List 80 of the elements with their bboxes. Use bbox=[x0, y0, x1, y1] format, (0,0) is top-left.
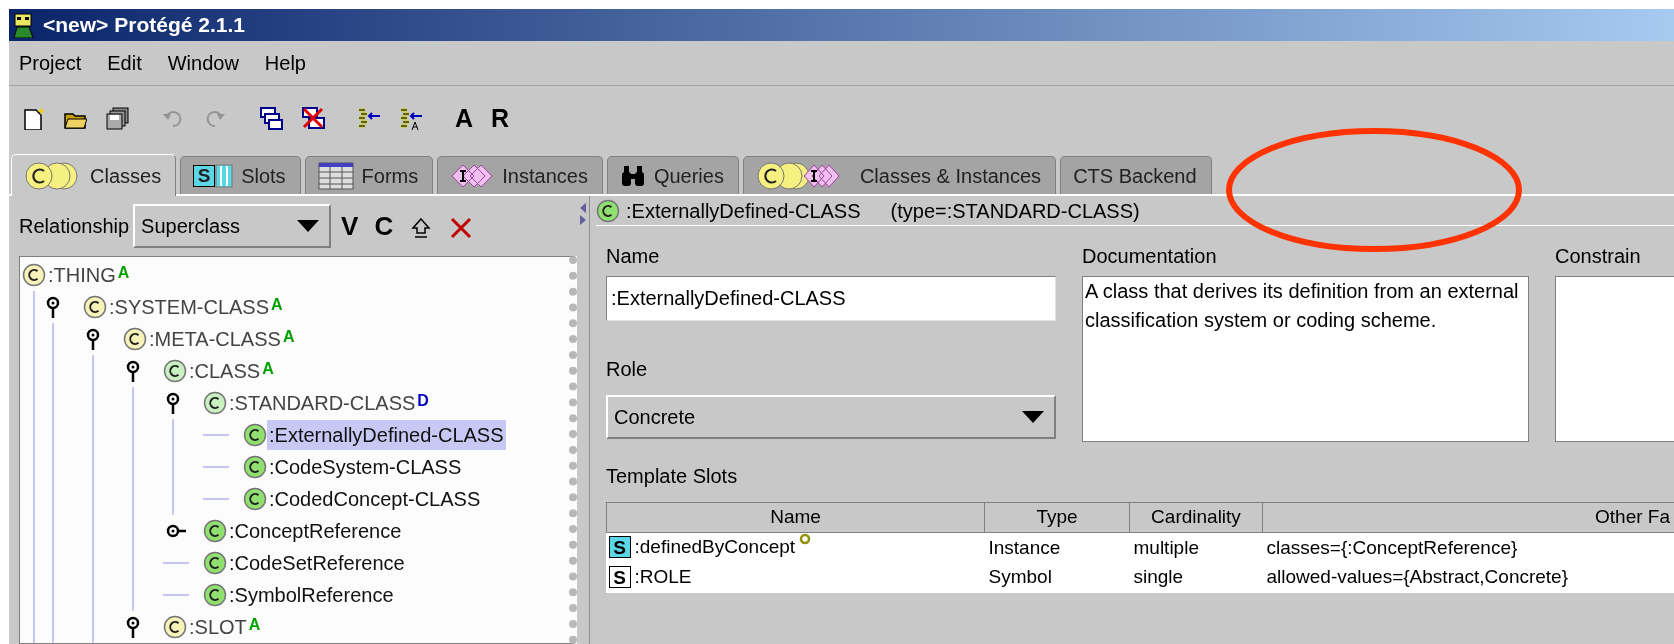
table-cell-text: :definedByConcept bbox=[634, 535, 796, 560]
insert-icon bbox=[399, 106, 423, 130]
splitter-arrows-icon[interactable] bbox=[579, 202, 587, 226]
tab[interactable]: S Slots bbox=[180, 156, 301, 194]
table-cell: Symbol bbox=[984, 562, 1130, 593]
class-type: (type=:STANDARD-CLASS) bbox=[890, 198, 1140, 224]
form-grid-icon bbox=[317, 161, 354, 190]
relationship-dropdown[interactable]: Superclass bbox=[133, 204, 332, 248]
table-cell: single bbox=[1129, 562, 1263, 593]
delete-icon bbox=[449, 215, 474, 240]
menu-item[interactable]: Project bbox=[17, 48, 84, 78]
insert-icon bbox=[357, 106, 381, 130]
constraints-field[interactable] bbox=[1555, 276, 1674, 442]
field-label: Relationship bbox=[19, 214, 130, 239]
tree-connector bbox=[163, 562, 189, 564]
flag-mark: A bbox=[248, 615, 261, 635]
tree-item[interactable]: :STANDARD-CLASS bbox=[227, 388, 418, 418]
table-cell: multiple bbox=[1129, 532, 1263, 563]
tree-item[interactable]: :SYSTEM-CLASS bbox=[107, 292, 272, 322]
tree-item[interactable]: :CodedConcept-CLASS bbox=[267, 484, 483, 514]
flag-mark: A bbox=[117, 263, 130, 283]
tree-item[interactable]: :THING bbox=[46, 260, 118, 290]
tree-item[interactable]: :CodeSetReference bbox=[227, 548, 407, 578]
slot-icon: S bbox=[608, 536, 631, 559]
field-label: Role bbox=[606, 357, 649, 382]
toolbar-button[interactable]: C bbox=[368, 213, 400, 239]
menu-item[interactable]: Window bbox=[165, 48, 241, 78]
window-title: <new> Protégé 2.1.1 bbox=[43, 12, 245, 39]
classes-instances-icon bbox=[755, 160, 840, 191]
flag-mark: A bbox=[262, 359, 274, 379]
field-label: Documentation bbox=[1082, 244, 1218, 269]
binoculars-icon bbox=[619, 163, 646, 188]
tree-item[interactable]: :ConceptReference bbox=[227, 516, 404, 546]
slot-icon: S bbox=[608, 566, 631, 589]
tab[interactable]: Classes bbox=[11, 154, 177, 196]
tree-item[interactable]: :SymbolReference bbox=[227, 580, 396, 610]
field-label: Name bbox=[606, 244, 661, 269]
section-label: Template Slots bbox=[606, 464, 739, 489]
tree-connector bbox=[203, 466, 229, 468]
toolbar-button[interactable]: V bbox=[335, 213, 365, 239]
table-cell: Instance bbox=[984, 532, 1130, 563]
menu-item[interactable]: Help bbox=[262, 48, 308, 78]
tree-item[interactable]: :META-CLASS bbox=[147, 324, 283, 354]
tab[interactable]: Instances bbox=[437, 156, 603, 194]
tree-item[interactable]: :ExternallyDefined-CLASS bbox=[267, 420, 506, 450]
tree-item[interactable]: :CodeSystem-CLASS bbox=[267, 452, 464, 482]
tab[interactable]: Classes & Instances bbox=[742, 156, 1057, 194]
tab[interactable]: Queries bbox=[606, 156, 739, 194]
tab[interactable]: CTS Backend bbox=[1060, 156, 1212, 194]
column-header[interactable]: Name bbox=[770, 506, 821, 528]
save-icon bbox=[105, 106, 129, 130]
tab[interactable]: Forms bbox=[304, 156, 434, 194]
tree-connector bbox=[203, 498, 229, 500]
close-windows-icon bbox=[301, 106, 325, 130]
role-dropdown[interactable]: Concrete bbox=[606, 395, 1056, 439]
table-cell: classes={:ConceptReference} bbox=[1262, 532, 1674, 563]
flag-mark: D bbox=[417, 391, 429, 411]
flag-mark: A bbox=[282, 327, 295, 347]
new-file-icon bbox=[21, 106, 45, 130]
name-field[interactable]: :ExternallyDefined-CLASS bbox=[606, 276, 1056, 321]
tree-item[interactable]: :CLASS bbox=[187, 356, 263, 386]
toolbar-button[interactable]: R bbox=[487, 101, 514, 135]
class-icon bbox=[596, 198, 620, 223]
tree-connector bbox=[163, 594, 189, 596]
table-cell-text: :ROLE bbox=[634, 564, 692, 589]
column-header[interactable]: Other Fa bbox=[1595, 506, 1670, 528]
toolbar-button[interactable]: A bbox=[451, 101, 478, 135]
diamonds-icon bbox=[450, 162, 495, 189]
windows-icon bbox=[259, 106, 283, 130]
flag-mark: A bbox=[271, 295, 283, 315]
class-name: :ExternallyDefined-CLASS bbox=[626, 198, 861, 224]
table-cell: allowed-values={Abstract,Concrete} bbox=[1262, 562, 1674, 593]
tree-connector bbox=[203, 434, 229, 436]
dropdown-arrow-icon bbox=[297, 220, 320, 232]
field-label: Constrain bbox=[1555, 244, 1642, 269]
bars-icon bbox=[215, 163, 234, 188]
menu-item[interactable]: Edit bbox=[105, 48, 144, 78]
dropdown-arrow-icon bbox=[1022, 411, 1044, 423]
tree-item[interactable]: :SLOT bbox=[187, 612, 249, 642]
documentation-field[interactable]: A class that derives its definition from an external classification system or coding scheme. bbox=[1082, 276, 1529, 442]
